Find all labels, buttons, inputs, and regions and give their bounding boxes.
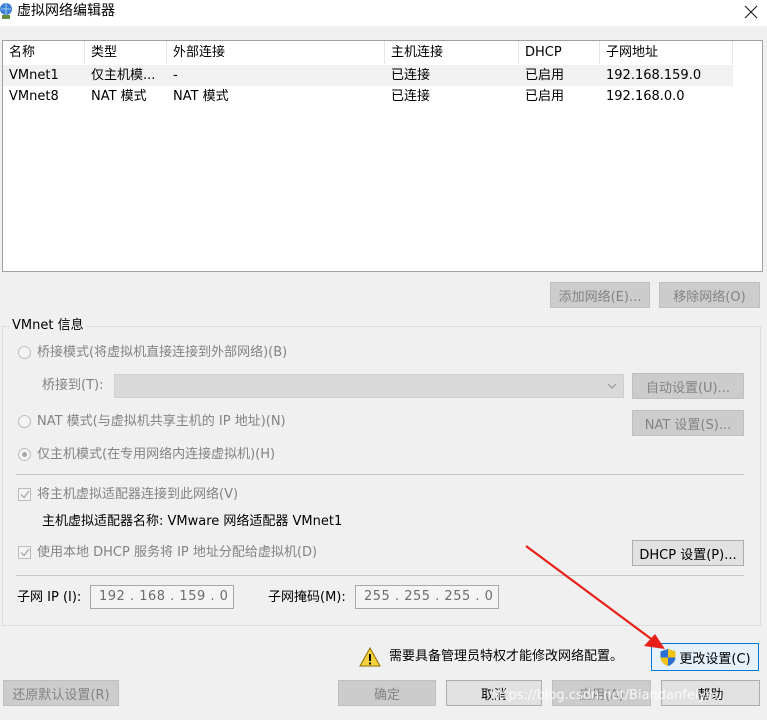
bridge-to-select[interactable] <box>114 374 624 398</box>
window-title: 虚拟网络编辑器 <box>17 3 115 19</box>
column-header-subnet[interactable]: 子网地址 <box>600 41 733 64</box>
add-network-button[interactable]: 添加网络(E)... <box>550 282 650 308</box>
subnet-ip-label: 子网 IP (I): <box>17 590 82 605</box>
remove-network-button[interactable]: 移除网络(O) <box>659 282 760 308</box>
host-only-radio[interactable] <box>18 448 31 461</box>
column-header-host[interactable]: 主机连接 <box>385 41 519 64</box>
network-editor-icon <box>0 2 14 20</box>
warning-icon <box>359 646 381 667</box>
cell-type: NAT 模式 <box>91 89 147 104</box>
column-header-dhcp[interactable]: DHCP <box>519 41 600 64</box>
bridge-mode-radio[interactable] <box>18 346 31 359</box>
table-row[interactable]: VMnet8 NAT 模式 NAT 模式 已连接 已启用 192.168.0.0 <box>3 86 733 107</box>
chevron-down-icon <box>607 383 617 389</box>
close-icon <box>744 5 758 19</box>
check-icon <box>20 490 30 499</box>
ok-button[interactable]: 确定 <box>338 680 436 706</box>
subnet-mask-input[interactable]: 255 . 255 . 255 . 0 <box>355 585 499 609</box>
column-header-external[interactable]: 外部连接 <box>167 41 385 64</box>
cell-name: VMnet1 <box>9 68 59 83</box>
divider <box>16 474 744 475</box>
nat-settings-button[interactable]: NAT 设置(S)... <box>632 410 744 436</box>
adapter-name-text: 主机虚拟适配器名称: VMware 网络适配器 VMnet1 <box>42 514 343 529</box>
change-settings-label: 更改设置(C) <box>679 651 751 667</box>
cell-type: 仅主机模... <box>91 68 156 83</box>
vmnet-info-label: VMnet 信息 <box>10 318 86 334</box>
nat-mode-label: NAT 模式(与虚拟机共享主机的 IP 地址)(N) <box>37 414 286 429</box>
close-button[interactable] <box>735 0 767 24</box>
connect-adapter-checkbox[interactable] <box>18 488 31 501</box>
list-header: 名称 类型 外部连接 主机连接 DHCP 子网地址 <box>3 41 733 64</box>
cell-subnet: 192.168.159.0 <box>606 68 702 83</box>
column-header-name[interactable]: 名称 <box>3 41 85 64</box>
network-list[interactable]: 名称 类型 外部连接 主机连接 DHCP 子网地址 VMnet1 仅主机模...… <box>2 40 763 272</box>
bridge-to-label: 桥接到(T): <box>42 378 104 393</box>
subnet-mask-label: 子网掩码(M): <box>268 590 346 605</box>
connect-adapter-label: 将主机虚拟适配器连接到此网络(V) <box>37 487 239 502</box>
restore-defaults-button[interactable]: 还原默认设置(R) <box>3 680 119 706</box>
cell-host: 已连接 <box>391 68 431 83</box>
host-only-label: 仅主机模式(在专用网络内连接虚拟机)(H) <box>37 447 276 462</box>
nat-mode-radio[interactable] <box>18 415 31 428</box>
annotation-arrow <box>525 545 665 649</box>
column-header-type[interactable]: 类型 <box>85 41 167 64</box>
dhcp-label: 使用本地 DHCP 服务将 IP 地址分配给虚拟机(D) <box>37 545 318 560</box>
check-icon <box>20 548 30 557</box>
table-row[interactable]: VMnet1 仅主机模... - 已连接 已启用 192.168.159.0 <box>3 65 733 86</box>
cell-external: - <box>173 68 178 83</box>
cell-host: 已连接 <box>391 89 431 104</box>
auto-settings-button[interactable]: 自动设置(U)... <box>632 373 744 399</box>
subnet-ip-input[interactable]: 192 . 168 . 159 . 0 <box>90 585 234 609</box>
dhcp-checkbox[interactable] <box>18 546 31 559</box>
cell-subnet: 192.168.0.0 <box>606 89 685 104</box>
cell-dhcp: 已启用 <box>525 68 565 83</box>
watermark-text: https://blog.csdn.net/Biandanfeiyou <box>490 688 723 703</box>
cell-dhcp: 已启用 <box>525 89 565 104</box>
cell-external: NAT 模式 <box>173 89 229 104</box>
cell-name: VMnet8 <box>9 89 59 104</box>
title-bar <box>0 0 767 26</box>
bridge-mode-label: 桥接模式(将虚拟机直接连接到外部网络)(B) <box>37 345 288 360</box>
